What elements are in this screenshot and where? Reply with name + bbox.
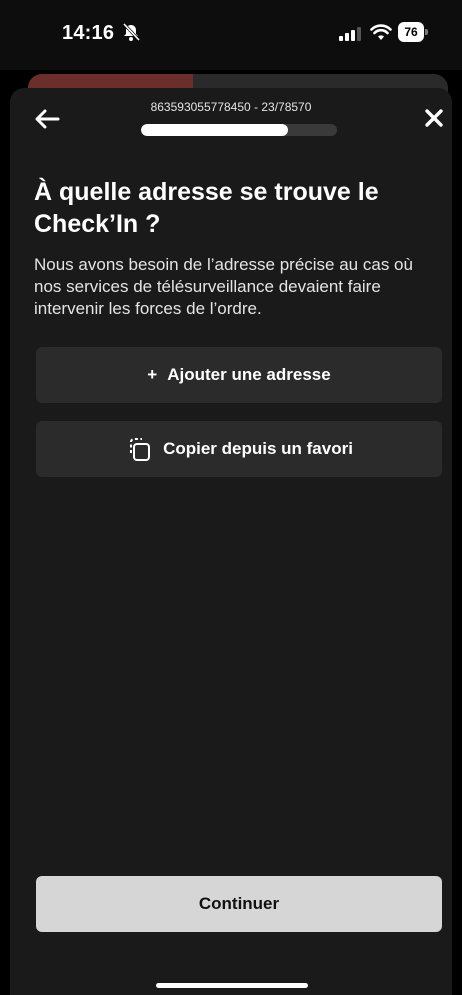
- close-icon[interactable]: [422, 106, 446, 130]
- copy-favorite-label: Copier depuis un favori: [163, 439, 353, 458]
- status-bar: 14:16 76: [0, 0, 462, 70]
- device-code: 863593055778450 - 23/78570: [150, 100, 312, 114]
- page-description: Nous avons besoin de l’adresse précise a…: [34, 255, 413, 318]
- copy-favorite-button[interactable]: Copier depuis un favori: [36, 421, 442, 477]
- home-indicator: [156, 983, 308, 988]
- copy-icon: [130, 438, 151, 461]
- page-title: À quelle adresse se trouve le Check’In ?: [34, 178, 379, 238]
- battery-level: 76: [398, 22, 424, 42]
- add-address-label: Ajouter une adresse: [167, 365, 331, 384]
- signal-icon: [339, 27, 361, 41]
- bell-slash-icon: [122, 22, 141, 42]
- progress-fill: [141, 124, 288, 136]
- status-time: 14:16: [62, 22, 115, 44]
- bottom-sheet: 863593055778450 - 23/78570 À quelle adre…: [10, 88, 452, 995]
- wifi-icon: [370, 24, 392, 40]
- continue-button[interactable]: Continuer: [36, 876, 442, 932]
- add-address-button[interactable]: + Ajouter une adresse: [36, 347, 442, 403]
- plus-icon: +: [147, 365, 158, 384]
- battery-icon: 76: [398, 22, 428, 42]
- progress-bar: [141, 124, 337, 136]
